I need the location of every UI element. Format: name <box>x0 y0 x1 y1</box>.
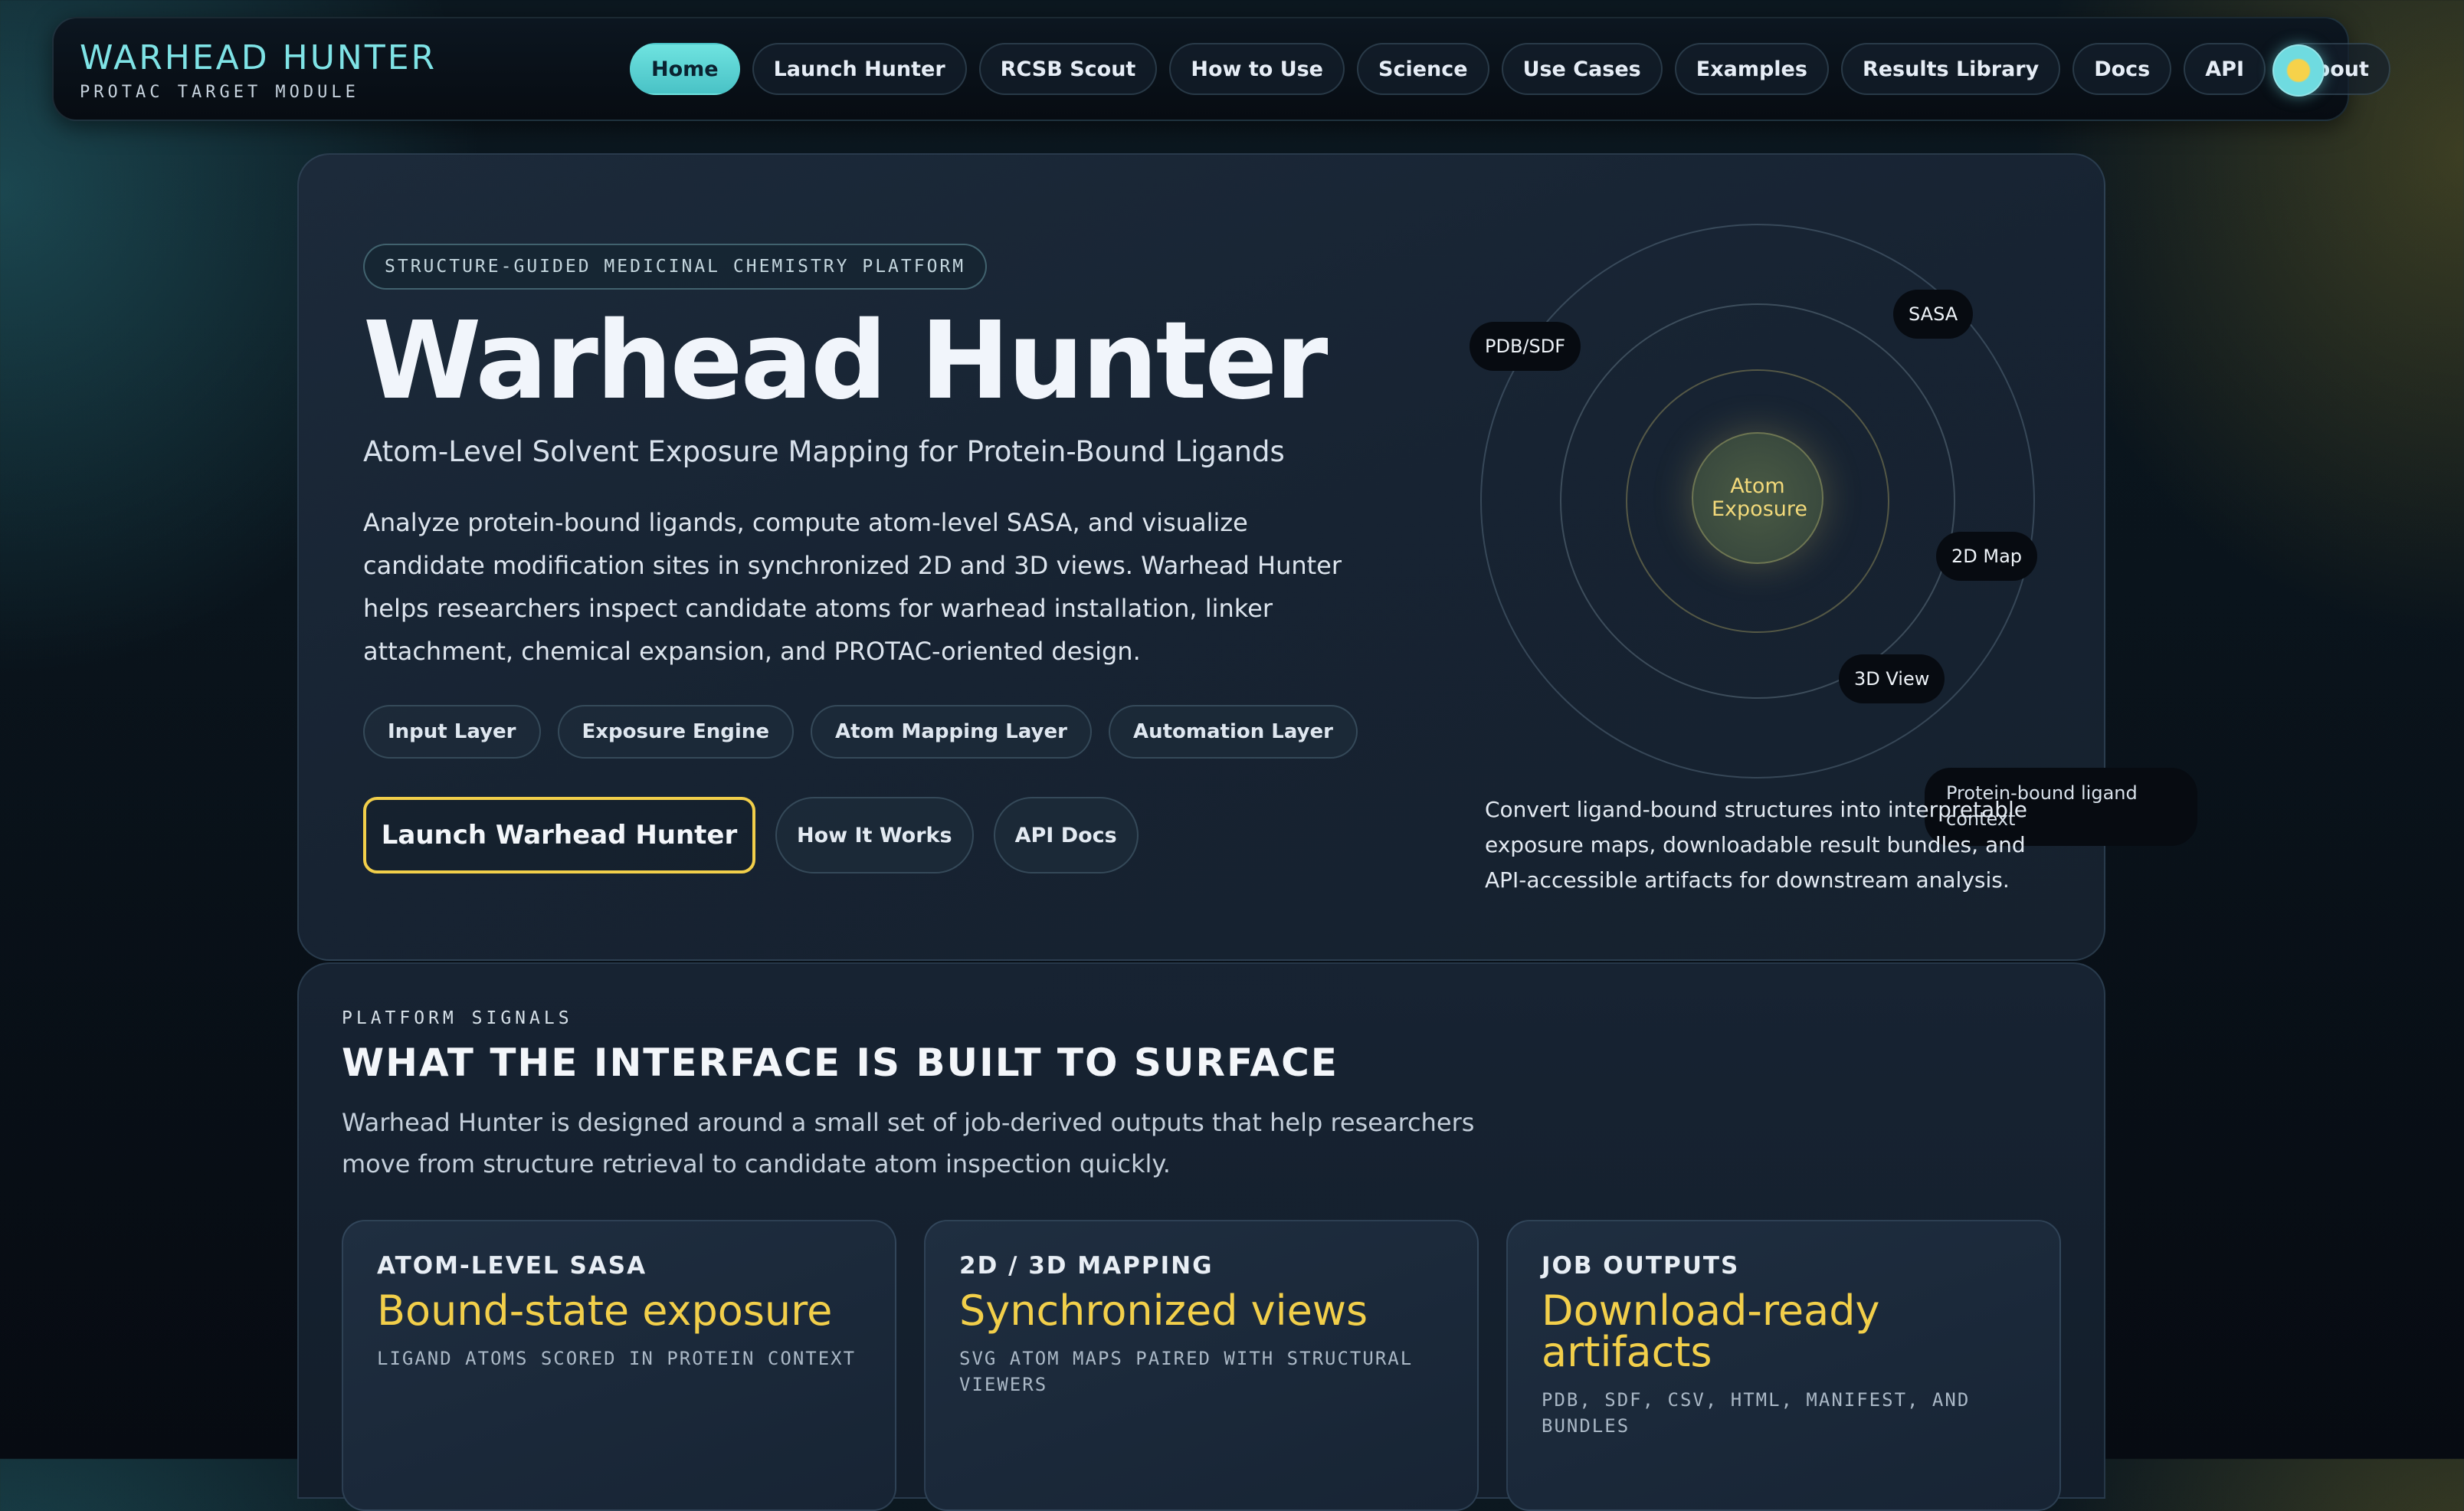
layer-pill-atom-mapping[interactable]: Atom Mapping Layer <box>810 705 1092 759</box>
nav-link-science[interactable]: Science <box>1357 43 1489 95</box>
card-caption: SVG ATOM MAPS PAIRED WITH STRUCTURAL VIE… <box>959 1348 1414 1395</box>
signals-eyebrow: PLATFORM SIGNALS <box>342 1008 573 1028</box>
api-docs-button[interactable]: API Docs <box>993 797 1139 873</box>
signal-card-mapping: 2D / 3D MAPPING Synchronized views SVG A… <box>924 1220 1479 1511</box>
how-it-works-button[interactable]: How It Works <box>775 797 974 873</box>
top-navbar: WARHEAD HUNTER PROTAC TARGET MODULE Home… <box>52 17 2390 121</box>
platform-signals-section: PLATFORM SIGNALS WHAT THE INTERFACE IS B… <box>297 962 2105 1511</box>
nav-link-rcsb-scout[interactable]: RCSB Scout <box>978 43 1158 95</box>
layer-pill-input[interactable]: Input Layer <box>363 705 541 759</box>
hero-eyebrow-badge: STRUCTURE-GUIDED MEDICINAL CHEMISTRY PLA… <box>363 244 988 290</box>
exposure-orbit-diagram: Atom Exposure PDB/SDF SASA 2D Map 3D Vie… <box>1470 216 2197 846</box>
card-value: Synchronized views <box>959 1286 1368 1335</box>
nav-link-docs[interactable]: Docs <box>2072 43 2172 95</box>
signals-title: WHAT THE INTERFACE IS BUILT TO SURFACE <box>342 1041 1338 1085</box>
layer-pill-automation[interactable]: Automation Layer <box>1108 705 1358 759</box>
card-label: 2D / 3D MAPPING <box>959 1252 1214 1280</box>
nav-link-use-cases[interactable]: Use Cases <box>1501 43 1663 95</box>
signals-description: Warhead Hunter is designed around a smal… <box>342 1108 1475 1178</box>
orbit-tag-pdb-sdf: PDB/SDF <box>1470 322 1581 371</box>
hero-description: Analyze protein-bound ligands, compute a… <box>363 508 1342 666</box>
signal-card-atom-sasa: ATOM-LEVEL SASA Bound-state exposure LIG… <box>342 1220 896 1511</box>
hero-panel: STRUCTURE-GUIDED MEDICINAL CHEMISTRY PLA… <box>297 153 2197 961</box>
nav-link-results-library[interactable]: Results Library <box>1840 43 2061 95</box>
card-label: JOB OUTPUTS <box>1542 1252 1740 1280</box>
nav-link-how-to-use[interactable]: How to Use <box>1169 43 1345 95</box>
nav-link-home[interactable]: Home <box>630 43 740 95</box>
orbit-core-atom-exposure: Atom Exposure <box>1692 432 1823 564</box>
orbit-tag-3d-view: 3D View <box>1839 654 1945 703</box>
theme-toggle-sun-icon[interactable] <box>2272 44 2325 97</box>
card-caption: PDB, SDF, CSV, HTML, MANIFEST, AND BUNDL… <box>1542 1389 1971 1437</box>
signal-card-job-outputs: JOB OUTPUTS Download-ready artifacts PDB… <box>1506 1220 2061 1511</box>
card-value: Download-ready artifacts <box>1542 1286 1880 1376</box>
card-label: ATOM-LEVEL SASA <box>377 1252 647 1280</box>
launch-warhead-hunter-button[interactable]: Launch Warhead Hunter <box>363 797 755 873</box>
nav-links: Home Launch Hunter RCSB Scout How to Use… <box>630 43 2390 95</box>
hero-subtitle: Atom-Level Solvent Exposure Mapping for … <box>363 435 1285 468</box>
card-caption: LIGAND ATOMS SCORED IN PROTEIN CONTEXT <box>377 1348 857 1369</box>
card-value: Bound-state exposure <box>377 1286 833 1335</box>
hero-title: Warhead Hunter <box>363 299 1328 424</box>
nav-link-launch-hunter[interactable]: Launch Hunter <box>752 43 967 95</box>
layer-pill-exposure-engine[interactable]: Exposure Engine <box>557 705 794 759</box>
layer-pills: Input Layer Exposure Engine Atom Mapping… <box>363 705 1358 759</box>
nav-link-examples[interactable]: Examples <box>1674 43 1829 95</box>
hero-side-description: Convert ligand-bound structures into int… <box>1485 797 2027 893</box>
orbit-tag-2d-map: 2D Map <box>1936 532 2038 581</box>
orbit-tag-sasa: SASA <box>1893 290 1974 339</box>
hero-cta-row: Launch Warhead Hunter How It Works API D… <box>363 797 1139 873</box>
brand-title[interactable]: WARHEAD HUNTER <box>80 38 437 77</box>
brand-subtitle: PROTAC TARGET MODULE <box>80 83 359 102</box>
nav-link-api[interactable]: API <box>2184 43 2266 95</box>
